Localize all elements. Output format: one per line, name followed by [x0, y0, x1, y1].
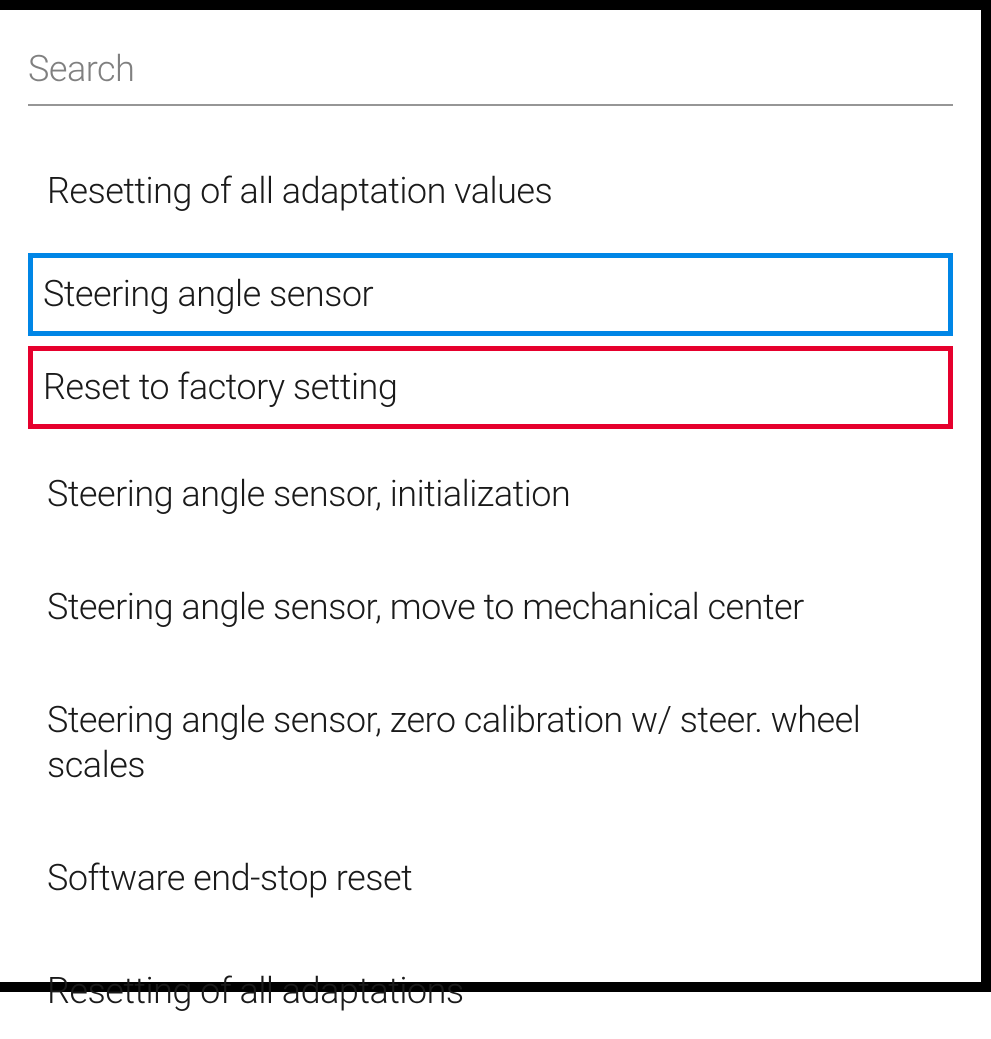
list-item-steering-mechanical-center[interactable]: Steering angle sensor, move to mechanica… — [28, 560, 953, 655]
list-item-steering-initialization[interactable]: Steering angle sensor, initialization — [28, 447, 953, 542]
list-item-label: Steering angle sensor — [43, 273, 373, 315]
list-item-label: Reset to factory setting — [43, 366, 397, 408]
list-item-label: Steering angle sensor, move to mechanica… — [47, 586, 804, 628]
list-item-reset-factory-setting[interactable]: Reset to factory setting — [28, 346, 953, 429]
main-container: Resetting of all adaptation values Steer… — [0, 10, 981, 1039]
search-input[interactable] — [28, 38, 953, 106]
list-item-label: Software end-stop reset — [47, 857, 412, 899]
list-item-label: Steering angle sensor, zero calibration … — [47, 699, 860, 786]
options-list: Resetting of all adaptation values Steer… — [28, 144, 953, 1039]
list-item-label: Resetting of all adaptation values — [47, 170, 552, 212]
list-item-label: Resetting of all adaptations — [47, 970, 464, 1012]
list-item-resetting-adaptation-values[interactable]: Resetting of all adaptation values — [28, 144, 953, 239]
list-item-software-end-stop-reset[interactable]: Software end-stop reset — [28, 831, 953, 926]
list-item-label: Steering angle sensor, initialization — [47, 473, 570, 515]
list-item-steering-angle-sensor[interactable]: Steering angle sensor — [28, 253, 953, 336]
list-item-steering-zero-calibration[interactable]: Steering angle sensor, zero calibration … — [28, 673, 953, 813]
